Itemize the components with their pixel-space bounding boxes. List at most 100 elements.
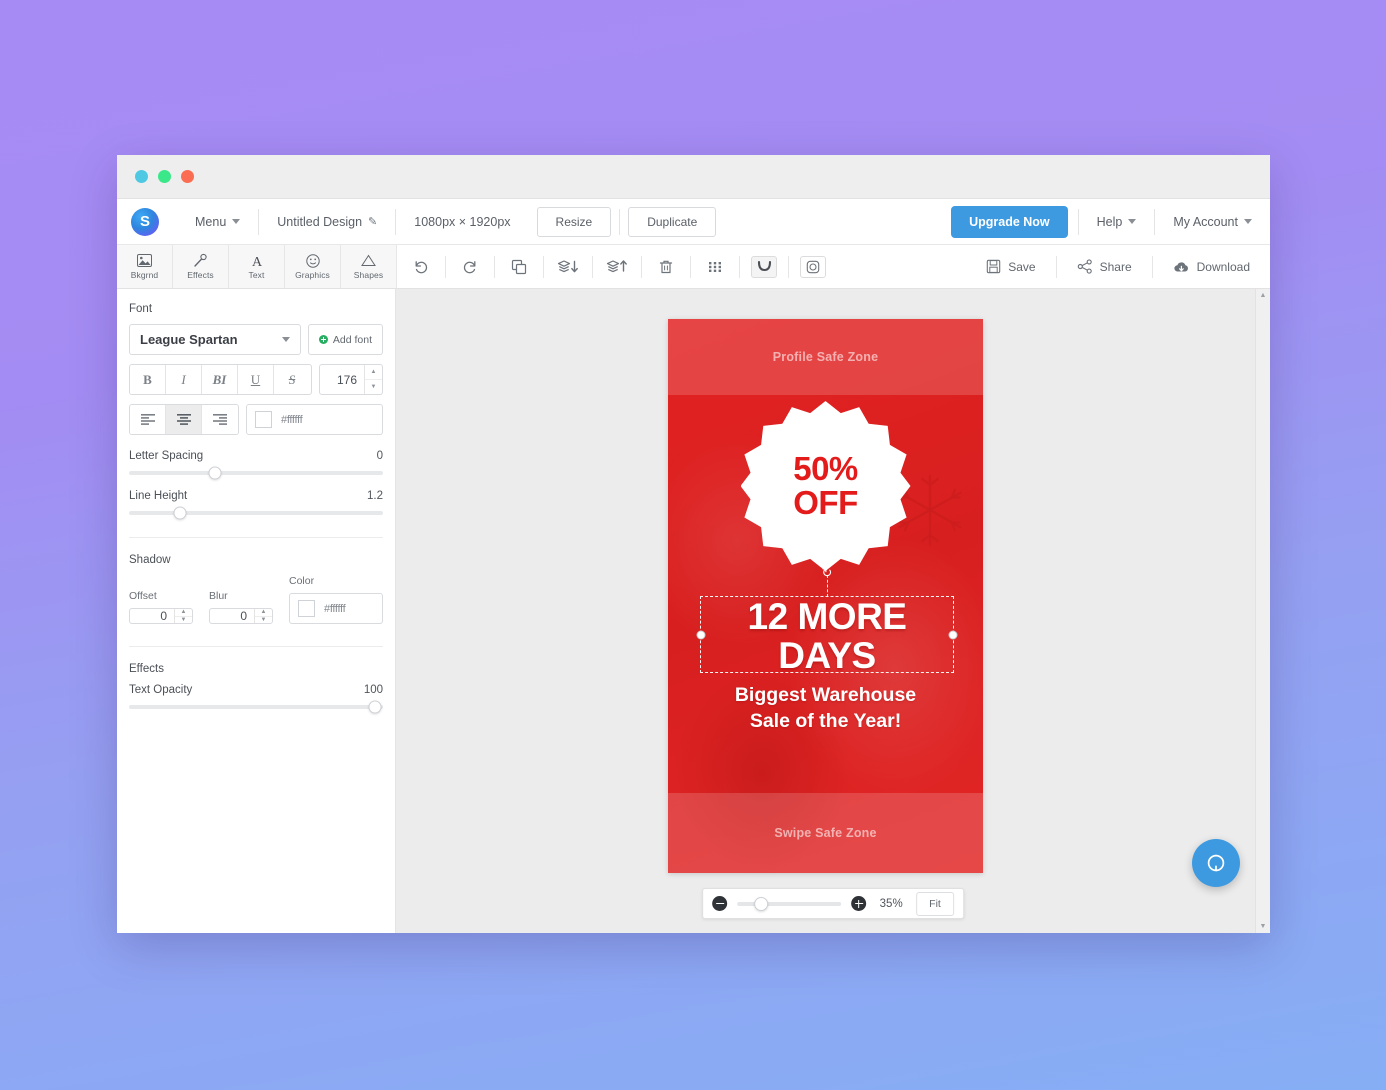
letter-spacing-knob[interactable] bbox=[208, 466, 222, 480]
duplicate-design-button[interactable]: Duplicate bbox=[628, 206, 717, 237]
font-size-decrement[interactable]: ▼ bbox=[365, 380, 382, 394]
my-account-label: My Account bbox=[1173, 214, 1238, 229]
app-logo[interactable]: S bbox=[131, 207, 159, 236]
menu-dropdown[interactable]: Menu bbox=[177, 207, 258, 237]
subline-text[interactable]: Biggest Warehouse Sale of the Year! bbox=[688, 683, 963, 735]
font-size-stepper[interactable]: 176 ▲ ▼ bbox=[319, 364, 383, 395]
design-canvas-area[interactable]: Profile Safe Zone 50% OFF ↻ 12 MORE DAYS… bbox=[396, 289, 1270, 933]
font-family-select[interactable]: League Spartan bbox=[129, 324, 301, 355]
tool-tab-graphics[interactable]: Graphics bbox=[285, 245, 341, 288]
download-button[interactable]: Download bbox=[1153, 245, 1270, 289]
shadow-offset-label: Offset bbox=[129, 590, 157, 602]
text-opacity-knob[interactable] bbox=[368, 700, 382, 714]
scroll-up-arrow[interactable]: ▲ bbox=[1260, 292, 1267, 299]
text-color-swatch[interactable] bbox=[255, 411, 272, 428]
shadow-color-picker[interactable]: #ffffff bbox=[289, 593, 383, 624]
grid-button[interactable] bbox=[691, 245, 739, 289]
font-size-value[interactable]: 176 bbox=[320, 365, 364, 394]
add-font-button[interactable]: Add font bbox=[307, 324, 383, 355]
font-size-increment[interactable]: ▲ bbox=[365, 365, 382, 380]
duplicate-layer-button[interactable] bbox=[495, 245, 543, 289]
align-right-button[interactable] bbox=[202, 405, 238, 434]
pencil-icon[interactable]: ✎ bbox=[368, 215, 377, 228]
shadow-blur-increment[interactable]: ▲ bbox=[255, 609, 272, 617]
bold-button[interactable]: B bbox=[130, 365, 166, 394]
tool-tab-bkgrnd[interactable]: Bkgrnd bbox=[117, 245, 173, 288]
selected-text-element[interactable]: ↻ 12 MORE DAYS bbox=[696, 566, 958, 675]
shadow-blur-stepper[interactable]: 0 ▲ ▼ bbox=[209, 608, 273, 624]
tool-tab-effects[interactable]: Effects bbox=[173, 245, 229, 288]
magic-wand-icon bbox=[193, 253, 208, 268]
help-dropdown[interactable]: Help bbox=[1079, 207, 1155, 237]
tool-tab-text[interactable]: A Text bbox=[229, 245, 285, 288]
tool-tab-label: Text bbox=[248, 270, 265, 280]
design-title[interactable]: Untitled Design ✎ bbox=[259, 207, 395, 237]
delete-button[interactable] bbox=[642, 245, 690, 289]
svg-text:A: A bbox=[251, 255, 262, 268]
app-header: S Menu Untitled Design ✎ 1080px × 1920px… bbox=[117, 199, 1270, 245]
shadow-offset-decrement[interactable]: ▼ bbox=[175, 617, 192, 624]
text-opacity-track[interactable] bbox=[129, 700, 383, 714]
font-style-group: B I BI U S bbox=[129, 364, 312, 395]
shadow-blur-decrement[interactable]: ▼ bbox=[255, 617, 272, 624]
shadow-controls: Offset 0 ▲ ▼ Blur 0 ▲ ▼ Color #ffffff bbox=[129, 575, 383, 624]
zoom-out-button[interactable] bbox=[712, 896, 728, 911]
tool-tab-label: Graphics bbox=[295, 270, 330, 280]
design-canvas[interactable]: Profile Safe Zone 50% OFF ↻ 12 MORE DAYS… bbox=[668, 319, 983, 873]
italic-button[interactable]: I bbox=[166, 365, 202, 394]
canvas-scrollbar[interactable]: ▲ ▼ bbox=[1255, 289, 1270, 933]
tool-tab-shapes[interactable]: Shapes bbox=[341, 245, 397, 288]
help-chat-button[interactable] bbox=[1192, 839, 1240, 887]
shadow-blur-label: Blur bbox=[209, 590, 228, 602]
text-opacity-label-row: Text Opacity 100 bbox=[129, 684, 383, 696]
save-button[interactable]: Save bbox=[966, 245, 1055, 289]
bring-forward-button[interactable] bbox=[593, 245, 641, 289]
zoom-slider-track[interactable] bbox=[737, 896, 842, 911]
shadow-offset-stepper[interactable]: 0 ▲ ▼ bbox=[129, 608, 193, 624]
subline-line-1: Biggest Warehouse bbox=[734, 684, 917, 706]
zoom-percent: 35% bbox=[879, 897, 903, 910]
upgrade-now-button[interactable]: Upgrade Now bbox=[951, 205, 1068, 238]
text-opacity-control: Text Opacity 100 bbox=[129, 684, 383, 714]
window-close-dot[interactable] bbox=[135, 170, 148, 183]
align-center-button[interactable] bbox=[166, 405, 202, 434]
letter-spacing-track[interactable] bbox=[129, 466, 383, 480]
window-maximize-dot[interactable] bbox=[181, 170, 194, 183]
curve-text-icon bbox=[751, 255, 777, 278]
frame-button[interactable] bbox=[789, 245, 837, 289]
subline-line-2: Sale of the Year! bbox=[749, 709, 902, 732]
my-account-dropdown[interactable]: My Account bbox=[1155, 207, 1270, 237]
line-height-knob[interactable] bbox=[173, 506, 187, 520]
align-left-button[interactable] bbox=[130, 405, 166, 434]
scroll-down-arrow[interactable]: ▼ bbox=[1260, 923, 1267, 930]
shadow-offset-increment[interactable]: ▲ bbox=[175, 609, 192, 617]
zoom-slider-knob[interactable] bbox=[754, 896, 769, 911]
redo-button[interactable] bbox=[446, 245, 494, 289]
rotate-handle[interactable]: ↻ bbox=[820, 566, 834, 580]
window-minimize-dot[interactable] bbox=[158, 170, 171, 183]
add-font-label: Add font bbox=[332, 333, 372, 346]
undo-button[interactable] bbox=[397, 245, 445, 289]
underline-button[interactable]: U bbox=[238, 365, 274, 394]
text-color-picker[interactable]: #ffffff bbox=[246, 404, 383, 435]
send-backward-button[interactable] bbox=[544, 245, 592, 289]
cloud-download-icon bbox=[1174, 261, 1188, 272]
share-button[interactable]: Share bbox=[1057, 245, 1152, 289]
shadow-blur-value[interactable]: 0 bbox=[210, 609, 254, 623]
bold-italic-button[interactable]: BI bbox=[202, 365, 238, 394]
shadow-color-swatch[interactable] bbox=[298, 600, 315, 617]
strikethrough-button[interactable]: S bbox=[274, 365, 310, 394]
chevron-down-icon bbox=[232, 219, 241, 224]
shadow-offset-spinner: ▲ ▼ bbox=[174, 609, 192, 623]
discount-badge[interactable]: 50% OFF bbox=[740, 401, 911, 571]
zoom-fit-button[interactable]: Fit bbox=[916, 891, 954, 916]
zoom-in-button[interactable] bbox=[851, 896, 867, 911]
help-label: Help bbox=[1096, 214, 1123, 229]
shadow-offset-value[interactable]: 0 bbox=[130, 609, 174, 623]
effects-section-title: Effects bbox=[129, 663, 164, 675]
curve-text-button[interactable] bbox=[740, 245, 788, 289]
menu-label: Menu bbox=[195, 214, 227, 229]
line-height-track[interactable] bbox=[129, 506, 383, 520]
resize-button[interactable]: Resize bbox=[536, 206, 612, 237]
save-label: Save bbox=[1008, 259, 1036, 274]
